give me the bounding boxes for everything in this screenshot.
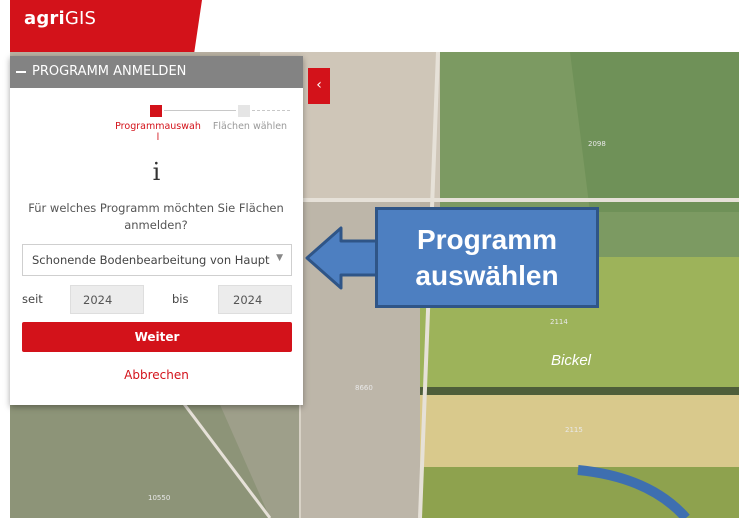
stepper: Programmauswahl Flächen wählen: [10, 100, 303, 152]
since-label: seit: [22, 292, 43, 306]
cancel-link[interactable]: Abbrechen: [10, 368, 303, 382]
parcel-label: 2115: [565, 426, 583, 434]
program-signup-panel: PROGRAMM ANMELDEN Programmauswahl Fläche…: [10, 56, 303, 405]
until-label: bis: [172, 292, 189, 306]
since-year-input[interactable]: 2024: [70, 285, 144, 314]
callout-text: Programm auswählen: [378, 222, 596, 294]
step-active-indicator: [150, 105, 162, 117]
parcel-label: 10550: [148, 494, 171, 502]
collapse-dash-icon[interactable]: [16, 70, 26, 73]
collapse-panel-button[interactable]: ‹: [308, 68, 330, 104]
panel-title: PROGRAMM ANMELDEN: [32, 64, 187, 79]
callout-line-1: Programm: [416, 224, 558, 255]
dropdown-arrow-icon: ▼: [276, 253, 283, 263]
program-question: Für welches Programm möchten Sie Flächen…: [28, 201, 284, 232]
program-select[interactable]: Schonende Bodenbearbeitung von Haupt ▼: [22, 244, 292, 276]
panel-header[interactable]: PROGRAMM ANMELDEN: [10, 56, 303, 88]
parcel-label: 2114: [550, 318, 568, 326]
program-select-value: Schonende Bodenbearbeitung von Haupt: [32, 253, 270, 267]
step-inactive-indicator: [238, 105, 250, 117]
app-header: agriGIS: [0, 0, 742, 52]
step-label-flaechen-waehlen: Flächen wählen: [212, 121, 288, 132]
field-name-label: Bickel: [551, 352, 592, 369]
callout-line-2: auswählen: [415, 260, 559, 291]
step-connector-dashed: [252, 110, 290, 111]
brand-bar: agriGIS: [10, 0, 202, 52]
parcel-label: 8660: [355, 384, 373, 392]
app-logo[interactable]: agriGIS: [24, 8, 96, 29]
step-label-programmauswahl: Programmauswahl: [115, 121, 201, 143]
info-icon: i: [152, 158, 161, 186]
step-connector: [164, 110, 236, 111]
parcel-label: 2098: [588, 140, 606, 148]
until-year-input[interactable]: 2024: [218, 285, 292, 314]
callout-box: Programm auswählen: [375, 207, 599, 308]
next-button[interactable]: Weiter: [22, 322, 292, 352]
